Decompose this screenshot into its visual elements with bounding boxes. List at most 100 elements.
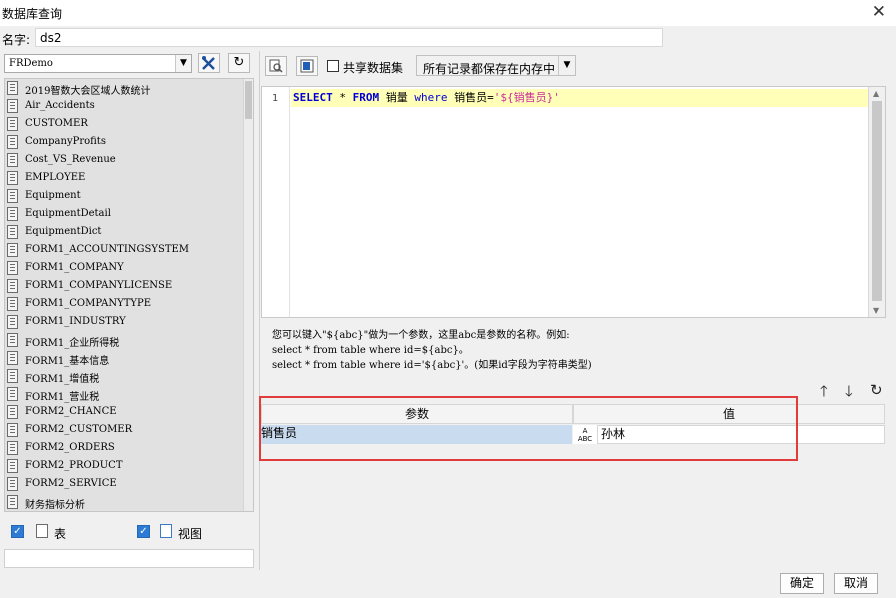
table-list-item[interactable]: FORM1_COMPANYTYPE — [5, 295, 245, 313]
table-list-item[interactable]: FORM2_CHANCE — [5, 403, 245, 421]
close-icon[interactable]: ✕ — [872, 2, 886, 22]
save-query-button[interactable] — [296, 56, 318, 76]
table-name: FORM1_COMPANY — [25, 262, 124, 273]
table-name: FORM1_企业所得税 — [25, 338, 120, 349]
table-icon — [7, 405, 18, 419]
sql-column: 销售员= — [454, 91, 494, 104]
connection-settings-button[interactable] — [198, 53, 220, 73]
editor-scroll-thumb[interactable] — [872, 101, 882, 301]
table-list-item[interactable]: FORM2_CUSTOMER — [5, 421, 245, 439]
chevron-down-icon: ▼ — [558, 56, 575, 75]
table-name: CompanyProfits — [25, 136, 106, 147]
table-icon — [7, 225, 18, 239]
sql-line[interactable]: SELECT * FROM 销量 where 销售员='${销售员}' — [291, 89, 869, 107]
table-icon — [7, 117, 18, 131]
move-up-icon[interactable]: 🡑 — [820, 381, 828, 406]
table-list-item[interactable]: CompanyProfits — [5, 133, 245, 151]
table-name: FORM2_CUSTOMER — [25, 424, 133, 435]
ok-button[interactable]: 确定 — [780, 573, 824, 594]
table-name: Equipment — [25, 190, 81, 201]
sql-keyword-select: SELECT — [293, 91, 333, 104]
table-list-item[interactable]: FORM1_营业税 — [5, 385, 245, 403]
editor-scrollbar[interactable]: ▲ ▼ — [868, 87, 885, 317]
table-icon — [7, 495, 18, 509]
table-name: Air_Accidents — [25, 100, 95, 111]
name-row: 名字: — [0, 27, 896, 49]
highlight-annotation — [259, 396, 798, 461]
line-gutter: 1 — [262, 87, 290, 317]
table-name: FORM2_ORDERS — [25, 442, 115, 453]
table-icon — [36, 524, 48, 538]
move-down-icon[interactable]: 🡓 — [845, 381, 853, 406]
table-list-item[interactable]: 财务指标分析 — [5, 493, 245, 511]
sql-parameter: '${销售员}' — [493, 91, 560, 104]
view-filter-checkbox[interactable]: ✓ — [137, 525, 150, 538]
table-list-item[interactable]: FORM1_INDUSTRY — [5, 313, 245, 331]
name-input[interactable] — [35, 28, 663, 47]
table-name: FORM1_营业税 — [25, 392, 100, 403]
refresh-datasource-button[interactable]: ↻ — [228, 53, 250, 73]
table-icon — [7, 387, 18, 401]
table-list-item[interactable]: FORM1_COMPANY — [5, 259, 245, 277]
table-icon — [7, 135, 18, 149]
table-name: FORM1_增值税 — [25, 374, 100, 385]
table-list-item[interactable]: EquipmentDict — [5, 223, 245, 241]
table-name: Cost_VS_Revenue — [25, 154, 116, 165]
table-list-item[interactable]: EMPLOYEE — [5, 169, 245, 187]
table-name: EMPLOYEE — [25, 172, 86, 183]
table-icon — [7, 81, 18, 95]
table-name: FORM2_PRODUCT — [25, 460, 123, 471]
cancel-button[interactable]: 取消 — [834, 573, 878, 594]
scroll-up-icon[interactable]: ▲ — [873, 89, 879, 98]
preview-button[interactable] — [265, 56, 287, 76]
table-list-item[interactable]: EquipmentDetail — [5, 205, 245, 223]
refresh-icon: ↻ — [233, 55, 245, 70]
table-icon — [7, 279, 18, 293]
table-icon — [7, 333, 18, 347]
hint-line-2: select * from table where id=${abc}。 — [272, 345, 469, 356]
table-icon — [7, 423, 18, 437]
table-name: FORM1_基本信息 — [25, 356, 110, 367]
table-list-item[interactable]: Air_Accidents — [5, 97, 245, 115]
table-list-item[interactable]: 2019智数大会区域人数统计 — [5, 79, 245, 97]
table-name: FORM1_COMPANYTYPE — [25, 298, 152, 309]
sql-keyword-where: where — [414, 91, 448, 104]
line-number: 1 — [272, 93, 279, 104]
table-list-item[interactable]: FORM2_SERVICE — [5, 475, 245, 493]
table-name: 2019智数大会区域人数统计 — [25, 86, 151, 97]
sql-star: * — [339, 91, 346, 104]
table-list-item[interactable]: FORM1_增值税 — [5, 367, 245, 385]
datasource-select[interactable]: FRDemo ▼ — [4, 54, 192, 73]
table-list-item[interactable]: FORM1_基本信息 — [5, 349, 245, 367]
table-list-item[interactable]: FORM1_企业所得税 — [5, 331, 245, 349]
table-icon — [7, 189, 18, 203]
scroll-down-icon[interactable]: ▼ — [873, 306, 879, 315]
table-list-item[interactable]: FORM1_COMPANYLICENSE — [5, 277, 245, 295]
table-icon — [7, 351, 18, 365]
table-icon — [7, 207, 18, 221]
table-list-item[interactable]: Cost_VS_Revenue — [5, 151, 245, 169]
table-icon — [7, 315, 18, 329]
table-name: FORM2_CHANCE — [25, 406, 117, 417]
table-list-item[interactable]: Equipment — [5, 187, 245, 205]
table-filter-checkbox[interactable]: ✓ — [11, 525, 24, 538]
refresh-params-icon[interactable]: ↻ — [870, 381, 883, 399]
parameter-hint: 您可以键入"${abc}"做为一个参数，这里abc是参数的名称。例如: sele… — [272, 328, 592, 373]
sql-editor[interactable]: 1 SELECT * FROM 销量 where 销售员='${销售员}' ▲ … — [261, 86, 886, 318]
table-icon — [7, 99, 18, 113]
table-list-item[interactable]: FORM1_ACCOUNTINGSYSTEM — [5, 241, 245, 259]
table-list[interactable]: 2019智数大会区域人数统计 Air_Accidents CUSTOMER Compa… — [4, 78, 254, 512]
share-dataset-checkbox[interactable] — [327, 60, 339, 72]
table-name: FORM2_SERVICE — [25, 478, 117, 489]
hint-line-1: 您可以键入"${abc}"做为一个参数，这里abc是参数的名称。例如: — [272, 330, 570, 341]
table-icon — [7, 477, 18, 491]
chevron-down-icon: ▼ — [175, 55, 191, 72]
sql-keyword-from: FROM — [352, 91, 380, 104]
table-list-item[interactable]: FORM2_PRODUCT — [5, 457, 245, 475]
table-search-box[interactable] — [4, 549, 254, 568]
memory-mode-select[interactable]: 所有记录都保存在内存中 ▼ — [416, 55, 576, 76]
table-icon — [7, 261, 18, 275]
table-list-item[interactable]: FORM2_ORDERS — [5, 439, 245, 457]
title-bar: 数据库查询 ✕ — [0, 0, 896, 26]
table-list-item[interactable]: CUSTOMER — [5, 115, 245, 133]
